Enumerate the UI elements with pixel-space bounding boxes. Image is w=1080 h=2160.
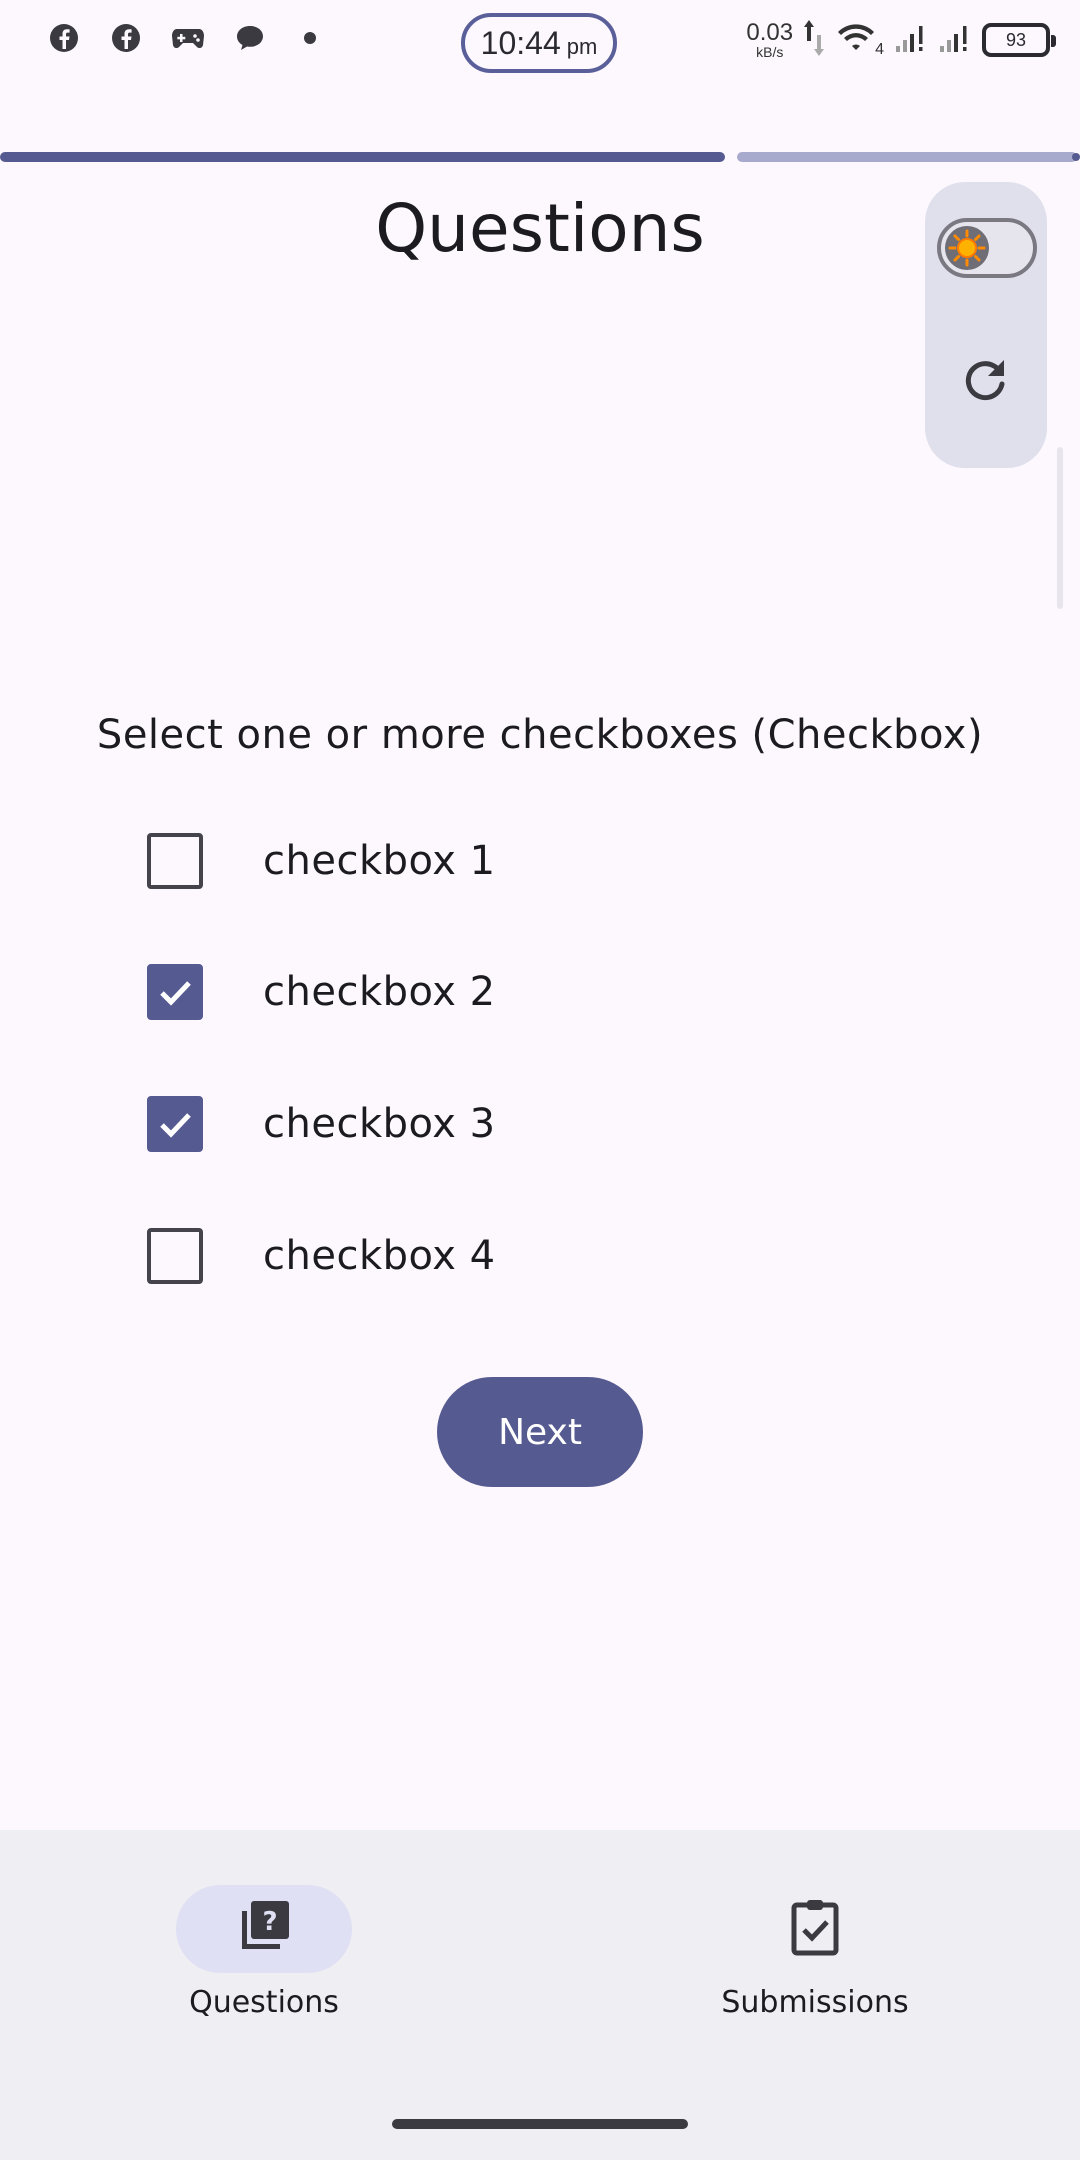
network-speed-value: 0.03 (746, 19, 794, 46)
battery-level: 93 (1005, 29, 1027, 50)
checkbox-option-1[interactable]: checkbox 1 (147, 833, 495, 889)
svg-text:?: ? (262, 1907, 277, 1937)
data-transfer-icon (803, 18, 825, 62)
notification-icons (46, 20, 316, 56)
system-indicators: 0.03 kB/s 4 93 (746, 18, 1056, 62)
chat-bubble-icon (232, 20, 268, 56)
next-button[interactable]: Next (437, 1377, 643, 1487)
nav-icon-container (727, 1885, 903, 1973)
bottom-navigation: ? Questions Submissions (0, 1830, 1080, 2160)
checkbox-4[interactable] (147, 1228, 203, 1284)
scrollbar[interactable] (1057, 447, 1063, 609)
nav-active-indicator: ? (176, 1885, 352, 1973)
more-dot-icon (304, 32, 316, 44)
checkmark-icon (160, 981, 191, 1006)
wifi-icon (835, 20, 877, 60)
page-title: Questions (375, 190, 705, 267)
facebook-icon (46, 20, 82, 56)
signal-strength-icon (938, 22, 972, 58)
progress-track (737, 152, 1077, 162)
checkbox-2[interactable] (147, 964, 203, 1020)
checkbox-option-2[interactable]: checkbox 2 (147, 964, 495, 1020)
floating-controls-panel (925, 182, 1047, 468)
checkbox-label: checkbox 4 (263, 1233, 496, 1279)
checkbox-label: checkbox 2 (263, 969, 496, 1015)
theme-toggle-switch[interactable] (937, 218, 1037, 278)
question-prompt: Select one or more checkboxes (Checkbox) (96, 712, 984, 758)
sun-icon (945, 226, 989, 270)
game-controller-icon (170, 20, 206, 56)
nav-item-questions[interactable]: ? Questions (144, 1885, 384, 2020)
signal-strength-icon (894, 22, 928, 58)
checkmark-icon (160, 1113, 191, 1138)
network-speed-unit: kB/s (756, 44, 784, 60)
clock-ampm: pm (566, 34, 598, 59)
nav-item-submissions[interactable]: Submissions (695, 1885, 935, 2020)
checkbox-1[interactable] (147, 833, 203, 889)
question-library-icon: ? (234, 1897, 294, 1961)
refresh-button[interactable] (958, 354, 1014, 410)
checkbox-label: checkbox 1 (263, 838, 496, 884)
refresh-icon (960, 354, 1012, 410)
checkbox-label: checkbox 3 (263, 1101, 496, 1147)
checkbox-option-3[interactable]: checkbox 3 (147, 1096, 495, 1152)
nav-label-questions: Questions (189, 1985, 339, 2020)
checkbox-3[interactable] (147, 1096, 203, 1152)
question-progress-bar (0, 152, 1080, 162)
nav-label-submissions: Submissions (721, 1985, 909, 2020)
clock-time: 10:44 (480, 24, 561, 61)
clock: 10:44 pm (461, 13, 617, 73)
facebook-icon (108, 20, 144, 56)
status-bar: 10:44 pm 0.03 kB/s 4 93 (0, 0, 1080, 88)
progress-end-dot (1072, 153, 1080, 161)
clipboard-check-icon (785, 1897, 845, 1961)
checkbox-option-4[interactable]: checkbox 4 (147, 1228, 495, 1284)
home-indicator[interactable] (392, 2119, 688, 2129)
progress-fill (0, 152, 725, 162)
network-speed: 0.03 kB/s (746, 19, 794, 60)
battery-icon: 93 (982, 23, 1056, 57)
